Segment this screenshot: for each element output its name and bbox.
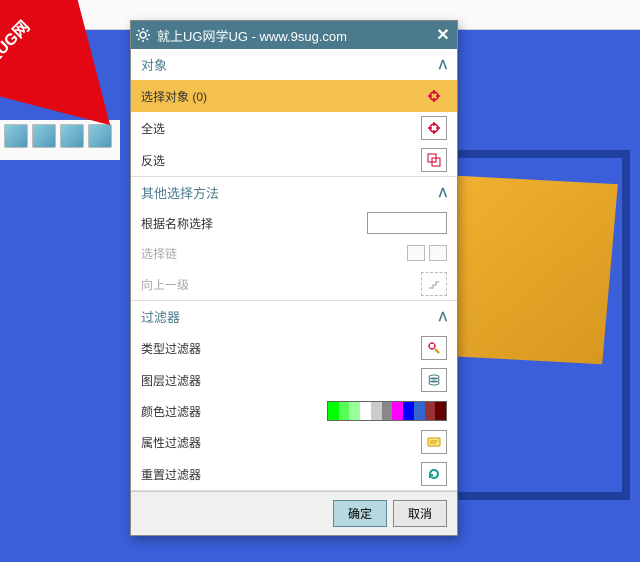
dialog-title: 就上UG网学UG - www.9sug.com <box>157 26 433 45</box>
type-filter-button[interactable] <box>421 336 447 360</box>
watermark: 9SUG 学UG就上UG网 <box>0 0 150 180</box>
attr-filter-button[interactable] <box>421 430 447 454</box>
chevron-up-icon: ᐱ <box>439 310 447 324</box>
row-select-object[interactable]: 选择对象 (0) <box>131 80 457 112</box>
invert-button[interactable] <box>421 148 447 172</box>
reset-filter-button[interactable] <box>421 462 447 486</box>
section-filter: 过滤器 ᐱ 类型过滤器 图层过滤器 颜色过滤器 属性过滤器 重置过滤器 <box>131 301 457 491</box>
section-title: 其他选择方法 <box>141 183 219 202</box>
row-select-all: 全选 <box>131 112 457 144</box>
select-chain-label: 选择链 <box>141 245 177 262</box>
up-level-label: 向上一级 <box>141 276 189 293</box>
select-all-button[interactable] <box>421 116 447 140</box>
row-layer-filter: 图层过滤器 <box>131 364 457 396</box>
chevron-up-icon: ᐱ <box>439 58 447 72</box>
viewport-model <box>442 176 618 364</box>
row-reset-filter: 重置过滤器 <box>131 458 457 490</box>
name-input[interactable] <box>367 212 447 234</box>
section-header-object[interactable]: 对象 ᐱ <box>131 49 457 80</box>
close-icon[interactable]: ✕ <box>433 25 453 45</box>
chain-checkbox <box>407 245 425 261</box>
target-icon[interactable] <box>421 84 447 108</box>
section-title: 过滤器 <box>141 307 180 326</box>
by-name-label: 根据名称选择 <box>141 215 213 232</box>
select-all-label: 全选 <box>141 120 165 137</box>
gear-icon[interactable] <box>135 27 151 43</box>
class-selection-dialog: 就上UG网学UG - www.9sug.com ✕ 对象 ᐱ 选择对象 (0) … <box>130 20 458 536</box>
layer-filter-button[interactable] <box>421 368 447 392</box>
section-header-other[interactable]: 其他选择方法 ᐱ <box>131 177 457 208</box>
type-filter-label: 类型过滤器 <box>141 340 201 357</box>
color-filter-label: 颜色过滤器 <box>141 403 201 420</box>
section-header-filter[interactable]: 过滤器 ᐱ <box>131 301 457 332</box>
ok-button[interactable]: 确定 <box>333 500 387 527</box>
row-up-level: 向上一级 <box>131 268 457 300</box>
chain-icon <box>429 245 447 261</box>
reset-filter-label: 重置过滤器 <box>141 466 201 483</box>
row-invert: 反选 <box>131 144 457 176</box>
layer-filter-label: 图层过滤器 <box>141 372 201 389</box>
select-object-label: 选择对象 (0) <box>141 88 207 105</box>
dialog-footer: 确定 取消 <box>131 491 457 535</box>
attr-filter-label: 属性过滤器 <box>141 434 201 451</box>
cancel-button[interactable]: 取消 <box>393 500 447 527</box>
row-type-filter: 类型过滤器 <box>131 332 457 364</box>
section-title: 对象 <box>141 55 167 74</box>
row-attr-filter: 属性过滤器 <box>131 426 457 458</box>
color-filter-strip[interactable] <box>327 401 447 421</box>
chevron-up-icon: ᐱ <box>439 186 447 200</box>
section-other: 其他选择方法 ᐱ 根据名称选择 选择链 向上一级 <box>131 177 457 301</box>
row-select-chain: 选择链 <box>131 238 457 268</box>
section-object: 对象 ᐱ 选择对象 (0) 全选 反选 <box>131 49 457 177</box>
row-color-filter: 颜色过滤器 <box>131 396 457 426</box>
up-level-button <box>421 272 447 296</box>
invert-label: 反选 <box>141 152 165 169</box>
titlebar: 就上UG网学UG - www.9sug.com ✕ <box>131 21 457 49</box>
row-by-name: 根据名称选择 <box>131 208 457 238</box>
